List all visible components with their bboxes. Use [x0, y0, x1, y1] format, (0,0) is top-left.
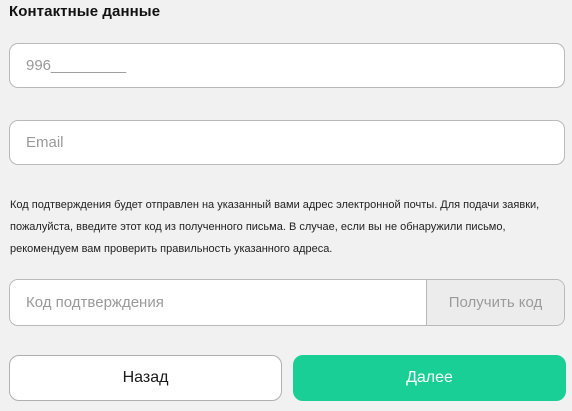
phone-input[interactable] [9, 43, 565, 88]
get-code-button[interactable]: Получить код [427, 280, 564, 325]
back-button[interactable]: Назад [9, 355, 282, 401]
next-button[interactable]: Далее [293, 355, 566, 401]
confirmation-note: Код подтверждения будет отправлен на ука… [10, 199, 540, 255]
verification-code-input[interactable] [10, 280, 427, 325]
verification-code-group: Получить код [9, 279, 565, 326]
section-title: Контактные данные [9, 3, 161, 20]
email-input[interactable] [9, 120, 565, 165]
